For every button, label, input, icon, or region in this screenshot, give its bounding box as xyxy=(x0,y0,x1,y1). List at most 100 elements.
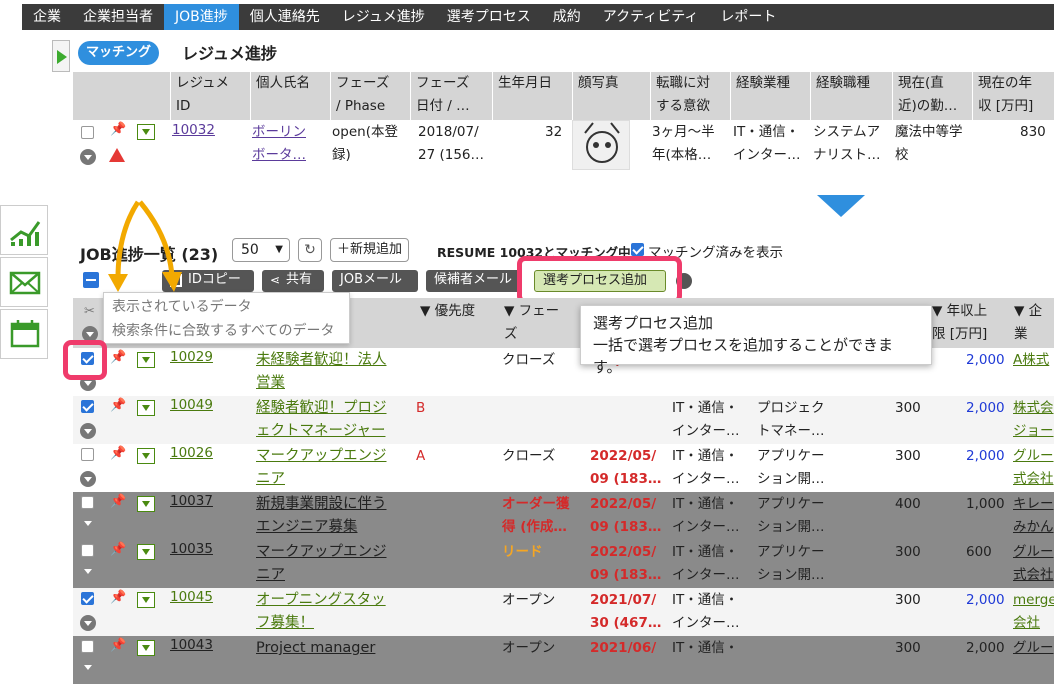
job-title-link[interactable]: オープニングスタッ フ募集！ xyxy=(256,589,386,635)
phase-header[interactable]: ▼ フェー ズ xyxy=(504,300,559,346)
pin-icon[interactable]: 📌 xyxy=(110,542,126,557)
pin-icon[interactable]: 📌 xyxy=(110,350,126,365)
nav-tab-2[interactable]: JOB進捗 xyxy=(164,4,239,30)
nav-tab-5[interactable]: 選考プロセス xyxy=(436,4,542,30)
resume-header-6[interactable]: 転職に対 する意欲 xyxy=(656,72,710,118)
row-menu-icon[interactable] xyxy=(137,544,155,560)
resume-header-10[interactable]: 現在の年 収 [万円] xyxy=(978,72,1033,118)
job-title-link[interactable]: Project manager xyxy=(256,637,375,660)
resume-header-5[interactable]: 顔写真 xyxy=(578,72,619,95)
add-new-button[interactable]: ＋新規追加 xyxy=(330,238,410,262)
row-checkbox[interactable] xyxy=(81,640,94,653)
refresh-icon[interactable]: ↻ xyxy=(298,238,322,262)
row-menu-icon[interactable] xyxy=(137,352,155,368)
job-id-link[interactable]: 10037 xyxy=(170,490,213,513)
row-menu-icon[interactable] xyxy=(137,448,155,464)
row-toggle-icon[interactable] xyxy=(80,471,96,487)
job-company-link[interactable]: merge 会社 xyxy=(1013,589,1054,635)
resume-income: 830 xyxy=(1020,124,1046,140)
job-industry: IT・通信・ インター… xyxy=(672,592,740,631)
job-phase-date: 2022/05/ 09 (183… xyxy=(590,448,662,487)
nav-tab-4[interactable]: レジュメ進捗 xyxy=(331,4,436,30)
expand-toggle[interactable] xyxy=(52,40,70,72)
resume-header-8[interactable]: 経験職種 xyxy=(816,72,870,95)
job-title-link[interactable]: 経験者歓迎！プロジ ェクトマネージャー xyxy=(256,397,387,443)
resume-name-link[interactable]: ボーリン ボータ… xyxy=(252,121,306,167)
row-toggle-icon[interactable] xyxy=(80,615,96,631)
company-header[interactable]: ▼ 企業 xyxy=(1014,300,1054,346)
share-button[interactable]: ⋖ 共有 xyxy=(262,270,324,292)
job-phase-date: 2022/05/ 09 (183… xyxy=(590,496,662,535)
pin-icon[interactable]: 📌 xyxy=(110,122,126,137)
job-id-link[interactable]: 10026 xyxy=(170,442,213,465)
tooltip-desc: 一括で選考プロセスを追加することができます。 xyxy=(593,336,894,376)
job-company-link[interactable]: キレー みかん xyxy=(1013,493,1054,539)
tooltip: 選考プロセス追加 一括で選考プロセスを追加することができます。 xyxy=(580,305,932,376)
pin-icon[interactable]: 📌 xyxy=(110,446,126,461)
resume-header-1[interactable]: 個人氏名 xyxy=(256,72,310,95)
mail-icon[interactable] xyxy=(0,257,48,307)
resume-header-3[interactable]: フェーズ 日付 / … xyxy=(416,72,470,118)
row-menu-icon[interactable] xyxy=(137,400,155,416)
chart-icon[interactable] xyxy=(0,205,48,255)
row-checkbox[interactable] xyxy=(81,496,94,509)
pin-icon[interactable]: 📌 xyxy=(110,398,126,413)
row-checkbox[interactable] xyxy=(81,592,94,605)
row-toggle-icon[interactable] xyxy=(84,569,92,574)
job-id-link[interactable]: 10045 xyxy=(170,586,213,609)
resume-id-link[interactable]: 10032 xyxy=(172,119,215,142)
resume-header-2[interactable]: フェーズ / Phase xyxy=(336,72,389,118)
resume-header-7[interactable]: 経験業種 xyxy=(736,72,790,95)
nav-tab-1[interactable]: 企業担当者 xyxy=(72,4,164,30)
nav-tab-7[interactable]: アクティビティ xyxy=(592,4,710,30)
row-toggle-icon[interactable] xyxy=(80,423,96,439)
pin-icon[interactable]: 📌 xyxy=(110,494,126,509)
candidate-mail-button[interactable]: 候補者メール xyxy=(426,270,522,292)
job-company-link[interactable]: グルー xyxy=(1013,637,1054,660)
income-header[interactable]: ▼ 年収上 限 [万円] xyxy=(932,300,987,346)
nav-tab-0[interactable]: 企業 xyxy=(22,4,72,30)
resume-will: 3ヶ月～半 年(本格… xyxy=(652,124,715,163)
row-menu-icon[interactable] xyxy=(137,640,155,656)
priority-header[interactable]: ▼ 優先度 xyxy=(420,300,475,323)
select-all-option[interactable]: 検索条件に合致するすべてのデータ xyxy=(112,319,341,343)
job-title-link[interactable]: 未経験者歓迎！法人 営業 xyxy=(256,349,387,395)
resume-row-checkbox[interactable] xyxy=(81,126,94,139)
row-menu-icon[interactable] xyxy=(137,592,155,608)
resume-job: システムア ナリスト… xyxy=(813,124,881,163)
show-matched-checkbox[interactable] xyxy=(631,243,644,256)
row-toggle-icon[interactable] xyxy=(84,665,92,670)
resume-header-0[interactable]: レジュメ ID xyxy=(176,72,229,118)
row-checkbox[interactable] xyxy=(81,544,94,557)
nav-tab-8[interactable]: レポート xyxy=(709,4,787,30)
pin-icon[interactable]: 📌 xyxy=(110,590,126,605)
job-mail-button[interactable]: JOBメール xyxy=(332,270,418,292)
row-menu-icon[interactable] xyxy=(137,496,155,512)
nav-tab-3[interactable]: 個人連絡先 xyxy=(239,4,331,30)
job-industry: IT・通信・ インター… xyxy=(672,496,740,535)
job-title-link[interactable]: マークアップエンジ ニア xyxy=(256,541,387,587)
resume-header-4[interactable]: 生年月日 xyxy=(498,72,552,95)
job-company-link[interactable]: 株式会 ジョー xyxy=(1013,397,1054,443)
select-all-checkbox[interactable] xyxy=(83,272,99,288)
job-id-link[interactable]: 10035 xyxy=(170,538,213,561)
job-title-link[interactable]: マークアップエンジ ニア xyxy=(256,445,387,491)
resume-header-9[interactable]: 現在(直 近)の勤… xyxy=(898,72,957,118)
row-toggle-icon[interactable] xyxy=(80,149,96,165)
job-company-link[interactable]: グルー 式会社 xyxy=(1013,445,1054,491)
job-company-link[interactable]: グルー 式会社 xyxy=(1013,541,1054,587)
per-page-select[interactable]: 50 ▼ xyxy=(232,238,290,262)
row-menu-icon[interactable] xyxy=(137,124,155,140)
nav-tab-6[interactable]: 成約 xyxy=(542,4,592,30)
calendar-icon[interactable] xyxy=(0,309,48,359)
job-id-link[interactable]: 10049 xyxy=(170,394,213,417)
row-toggle-icon[interactable] xyxy=(84,521,92,526)
job-title-link[interactable]: 新規事業開設に伴う エンジニア募集 xyxy=(256,493,387,539)
row-checkbox[interactable] xyxy=(81,448,94,461)
job-id-link[interactable]: 10043 xyxy=(170,634,213,657)
job-company-link[interactable]: A株式 xyxy=(1013,349,1049,372)
pin-icon[interactable]: 📌 xyxy=(110,638,126,653)
job-id-link[interactable]: 10029 xyxy=(170,346,213,369)
row-checkbox[interactable] xyxy=(81,400,94,413)
warning-icon xyxy=(109,148,125,162)
